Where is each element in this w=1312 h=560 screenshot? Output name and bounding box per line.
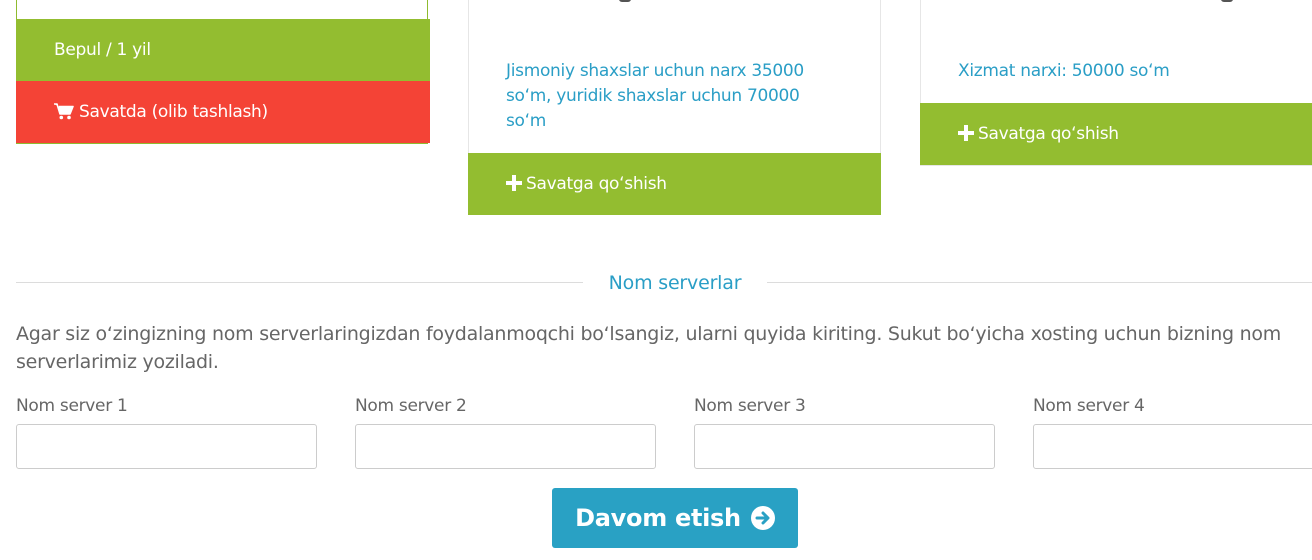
nameserver-4-label: Nom server 4 xyxy=(1033,396,1145,416)
nameservers-info-text: Agar siz oʻzingizning nom serverlaringiz… xyxy=(16,323,1282,373)
nameserver-2-label: Nom server 2 xyxy=(355,396,467,416)
add-to-cart-button[interactable]: Savatga qoʻshish xyxy=(468,153,881,215)
addon-card-individual: Jismoniy shaxslar uchun narx 35000 soʻm,… xyxy=(468,0,881,215)
remove-from-cart-label: Savatda (olib tashlash) xyxy=(79,102,268,122)
arrow-circle-right-icon xyxy=(750,492,775,552)
nameserver-4-input[interactable] xyxy=(1033,424,1312,469)
addon-price-free: Bepul / 1 yil xyxy=(16,19,430,81)
plus-icon xyxy=(506,155,522,217)
continue-button[interactable]: Davom etish xyxy=(552,488,798,548)
section-divider-right xyxy=(767,282,1312,283)
addon-price-description: Jismoniy shaxslar uchun narx 35000 soʻm,… xyxy=(506,61,804,131)
page: Bepul / 1 yil Savatda (olib tashlash) Ji… xyxy=(0,0,1312,560)
remove-from-cart-button[interactable]: Savatda (olib tashlash) xyxy=(16,81,430,143)
card-title-fragment xyxy=(1221,0,1233,2)
addon-price-description: Xizmat narxi: 50000 soʻm xyxy=(958,61,1170,81)
plus-icon xyxy=(958,105,974,167)
nameserver-1-input[interactable] xyxy=(16,424,317,469)
add-to-cart-label: Savatga qoʻshish xyxy=(978,124,1119,144)
add-to-cart-label: Savatga qoʻshish xyxy=(526,174,667,194)
cart-icon xyxy=(54,84,74,146)
nameserver-2-input[interactable] xyxy=(355,424,656,469)
addon-card-service: Xizmat narxi: 50000 soʻm Savatga qoʻshis… xyxy=(920,0,1312,166)
addon-card-free: Bepul / 1 yil Savatda (olib tashlash) xyxy=(16,0,430,144)
section-divider-left xyxy=(16,282,583,283)
nameserver-3-input[interactable] xyxy=(694,424,995,469)
add-to-cart-button[interactable]: Savatga qoʻshish xyxy=(920,103,1312,165)
card-title-fragment xyxy=(619,0,631,2)
nameserver-1-label: Nom server 1 xyxy=(16,396,128,416)
continue-label: Davom etish xyxy=(575,504,741,532)
nameserver-3-label: Nom server 3 xyxy=(694,396,806,416)
nameservers-title: Nom serverlar xyxy=(608,272,742,294)
